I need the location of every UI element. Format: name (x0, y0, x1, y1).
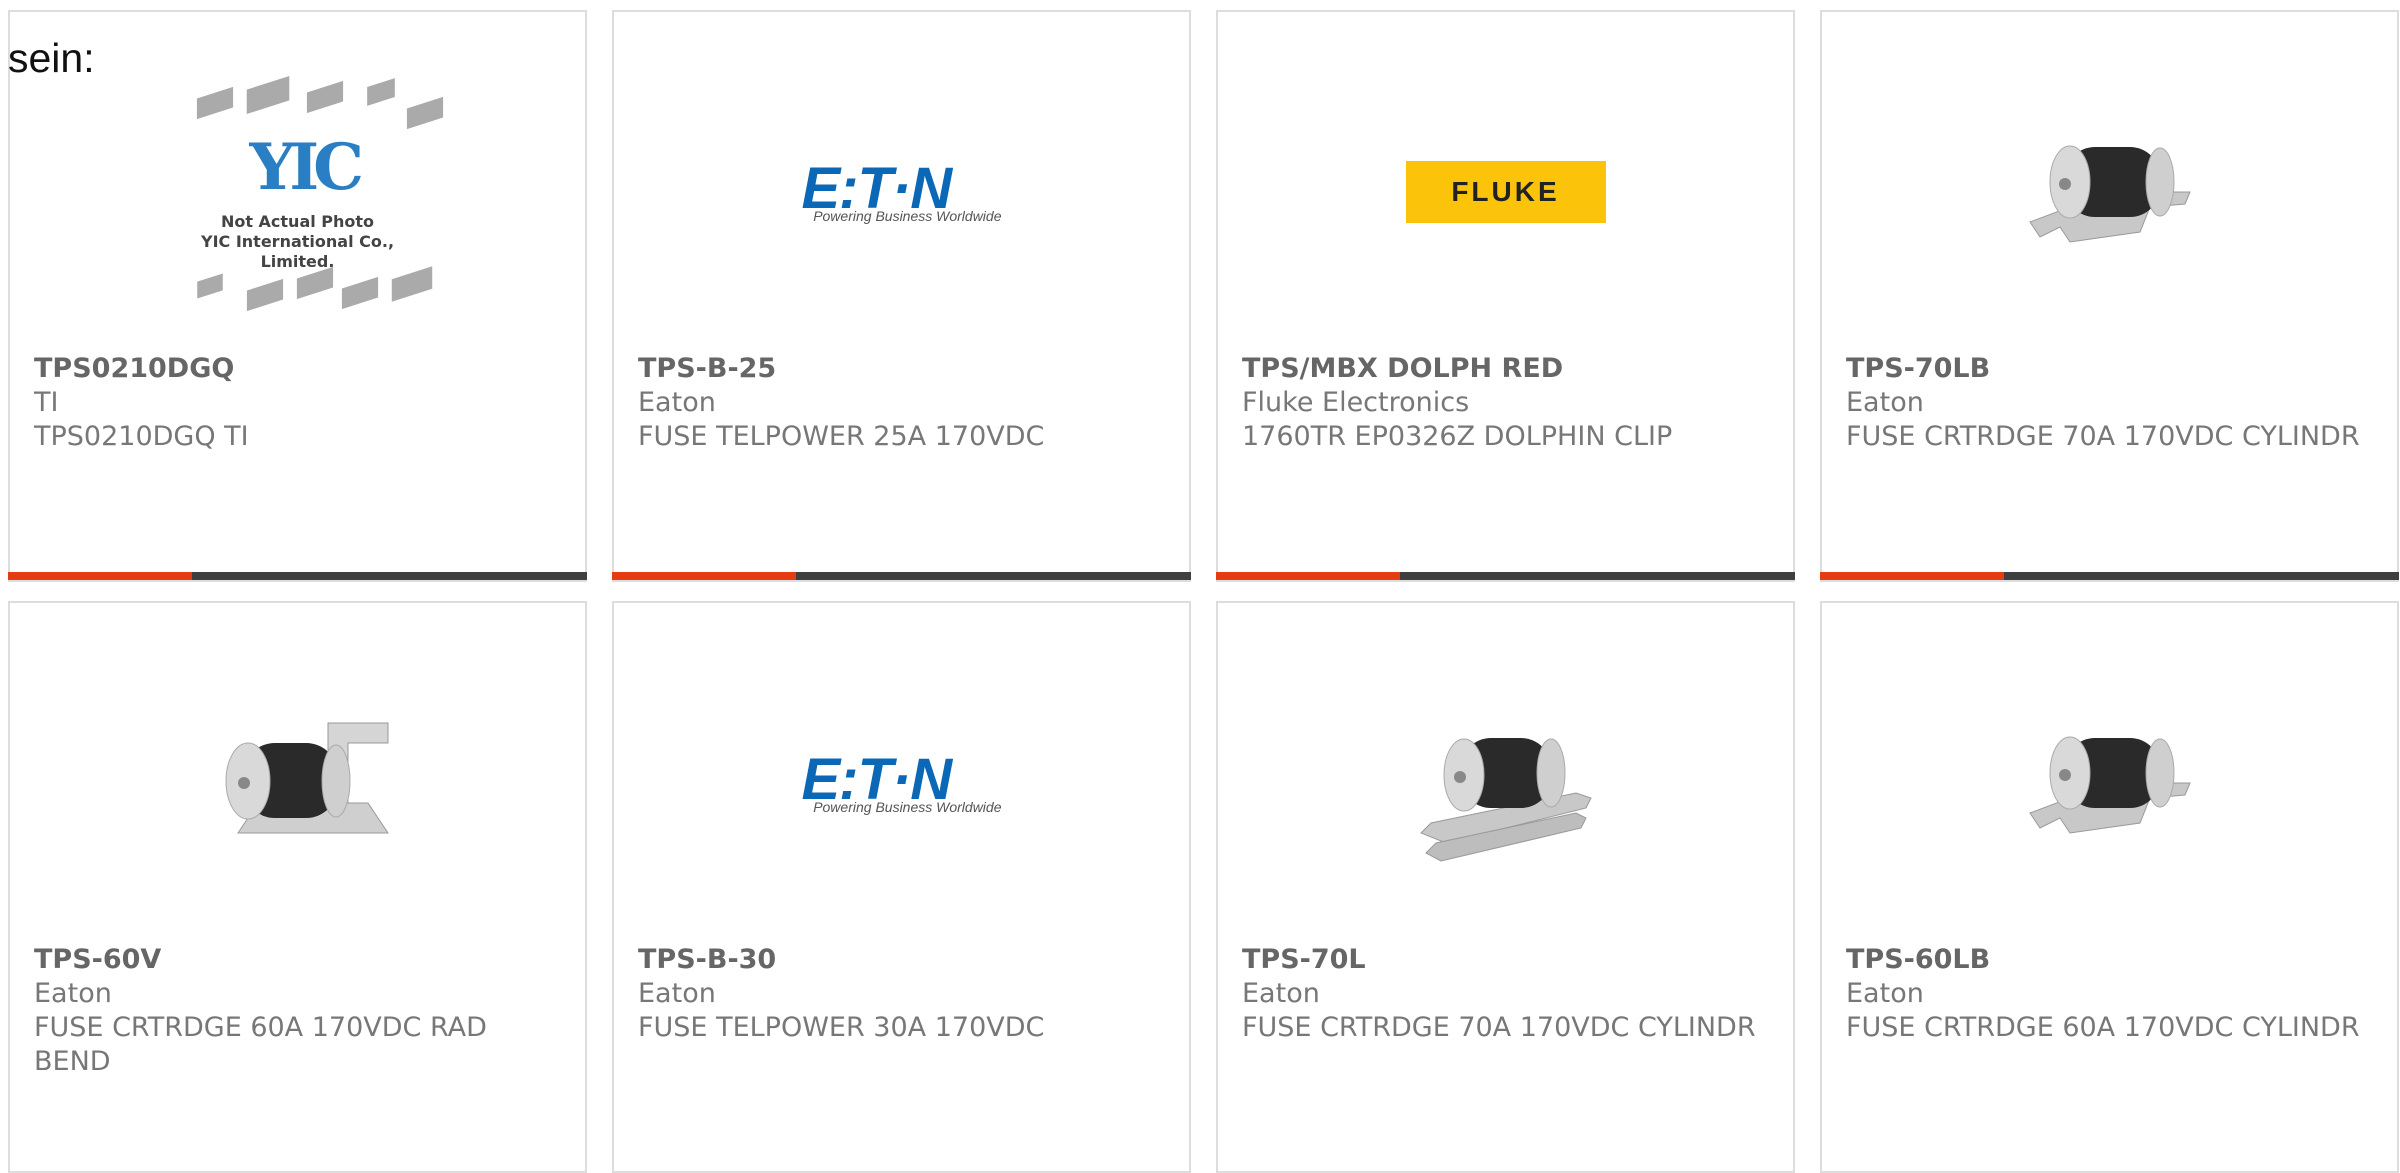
part-number[interactable]: TPS/MBX DOLPH RED (1242, 352, 1563, 386)
card-bar (1820, 572, 2399, 580)
description: FUSE CRTRDGE 70A 170VDC CYLINDR (1846, 421, 2360, 452)
not-actual-photo-icon: YIC Not Actual Photo YIC International Co… (168, 72, 443, 312)
product-card[interactable]: FLUKE TPS/MBX DOLPH RED Fluke Electronic… (1216, 10, 1795, 582)
card-bar (612, 572, 1191, 580)
card-bar (8, 572, 587, 580)
product-image (168, 673, 428, 893)
description: 1760TR EP0326Z DOLPHIN CLIP (1242, 421, 1673, 452)
description: FUSE TELPOWER 25A 170VDC (638, 421, 1045, 452)
description: TPS0210DGQ TI (34, 421, 249, 452)
manufacturer: Eaton (1242, 978, 1320, 1009)
description: FUSE TELPOWER 30A 170VDC (638, 1012, 1045, 1043)
product-image (1980, 82, 2240, 302)
product-card[interactable]: TPS-70L Eaton FUSE CRTRDGE 70A 170VDC CY… (1216, 601, 1795, 1173)
product-image: E:T·N Powering Business Worldwide (772, 82, 1032, 302)
page-heading: sein: (8, 35, 95, 81)
manufacturer: Eaton (1846, 978, 1924, 1009)
card-bar (1216, 572, 1795, 580)
part-number[interactable]: TPS-B-25 (638, 352, 776, 386)
product-card[interactable]: TPS-60LB Eaton FUSE CRTRDGE 60A 170VDC C… (1820, 601, 2399, 1173)
product-card[interactable]: E:T·N Powering Business Worldwide TPS-B-… (612, 10, 1191, 582)
fuse-cartridge-icon (1419, 738, 1592, 862)
part-number[interactable]: TPS-B-30 (638, 943, 776, 977)
description: FUSE CRTRDGE 60A 170VDC RAD BEND (34, 1012, 487, 1077)
part-number[interactable]: TPS0210DGQ (34, 352, 234, 386)
product-image (1376, 673, 1636, 893)
description: FUSE CRTRDGE 70A 170VDC CYLINDR (1242, 1012, 1756, 1043)
product-card[interactable]: YIC Not Actual Photo YIC International Co… (8, 10, 587, 582)
part-number[interactable]: TPS-60V (34, 943, 161, 977)
product-image: YIC Not Actual Photo YIC International Co… (168, 75, 443, 312)
manufacturer: Eaton (34, 978, 112, 1009)
product-card[interactable]: TPS-70LB Eaton FUSE CRTRDGE 70A 170VDC C… (1820, 10, 2399, 582)
part-number[interactable]: TPS-60LB (1846, 943, 1990, 977)
product-card[interactable]: TPS-60V Eaton FUSE CRTRDGE 60A 170VDC RA… (8, 601, 587, 1173)
eaton-logo-icon: E:T·N Powering Business Worldwide (801, 156, 1002, 225)
product-card[interactable]: E:T·N Powering Business Worldwide TPS-B-… (612, 601, 1191, 1173)
manufacturer: Fluke Electronics (1242, 387, 1470, 418)
description: FUSE CRTRDGE 60A 170VDC CYLINDR (1846, 1012, 2360, 1043)
manufacturer: Eaton (638, 978, 716, 1009)
part-number[interactable]: TPS-70L (1242, 943, 1366, 977)
product-image: E:T·N Powering Business Worldwide (772, 673, 1032, 893)
fuse-cartridge-icon (2028, 736, 2191, 834)
fuse-cartridge-icon (225, 722, 389, 834)
eaton-logo-icon: E:T·N Powering Business Worldwide (801, 747, 1002, 816)
product-image (1980, 673, 2240, 893)
manufacturer: Eaton (638, 387, 716, 418)
part-number[interactable]: TPS-70LB (1846, 352, 1990, 386)
fuse-cartridge-icon (2028, 145, 2191, 243)
manufacturer: Eaton (1846, 387, 1924, 418)
product-image: FLUKE (1376, 82, 1636, 302)
manufacturer: TI (34, 387, 59, 418)
fluke-logo-icon: FLUKE (1405, 161, 1606, 223)
